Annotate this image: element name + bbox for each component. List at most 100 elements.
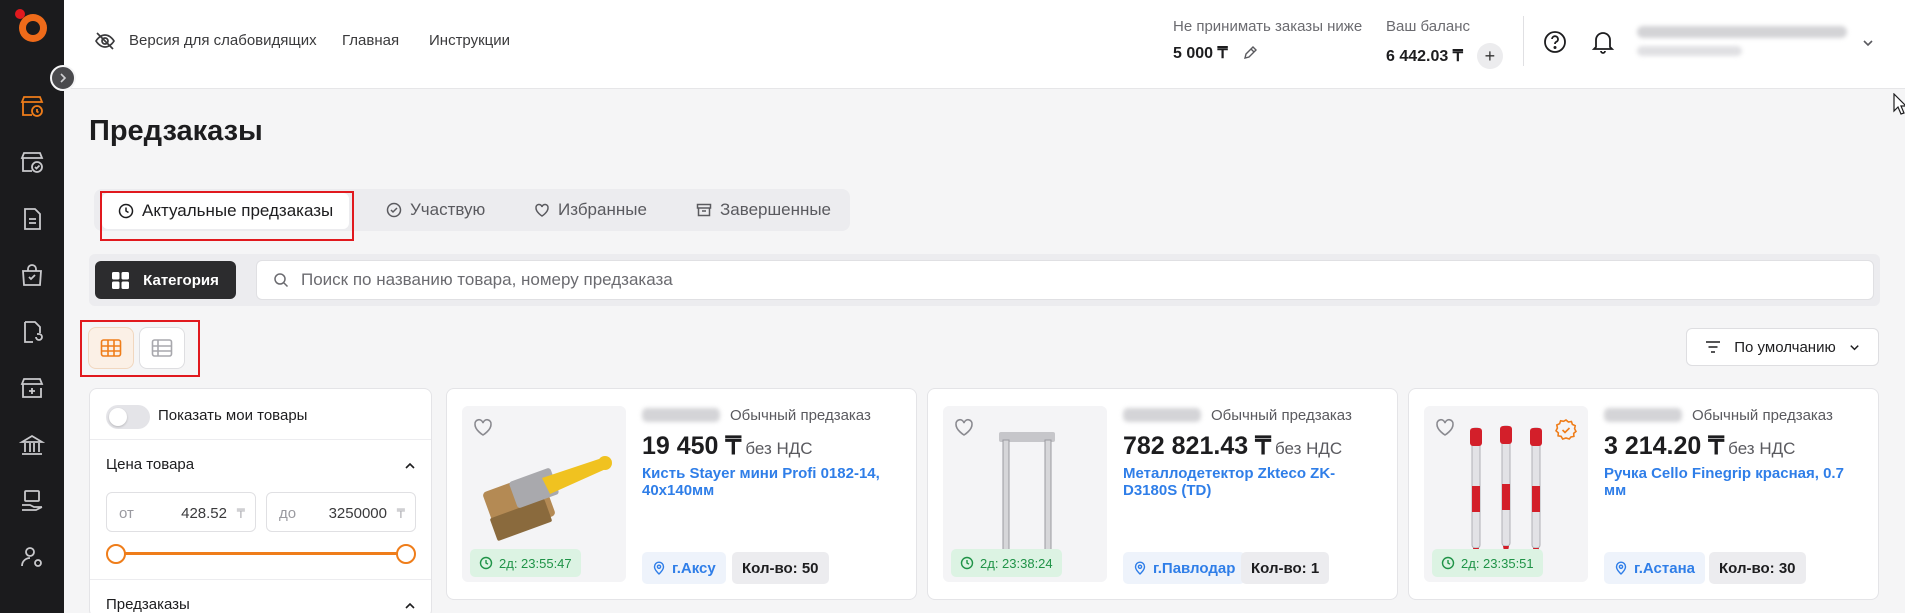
user-role-redacted <box>1637 46 1742 56</box>
sidebar-item-add-store[interactable] <box>0 366 64 410</box>
highlight-box-view-toggle <box>80 320 200 377</box>
product-image: 2д: 23:35:51 <box>1424 406 1588 582</box>
sort-dropdown[interactable]: По умолчанию <box>1686 328 1879 366</box>
clock-icon <box>479 556 493 570</box>
page-title: Предзаказы <box>89 115 263 147</box>
hand-cash-icon <box>22 490 43 511</box>
sidebar-item-profile[interactable] <box>0 535 64 579</box>
city-badge: г.Аксу <box>642 552 726 584</box>
document-icon <box>24 208 41 230</box>
price-to-input[interactable]: до 3250000 ₸ <box>266 492 416 532</box>
currency-symbol: ₸ <box>396 506 405 521</box>
app-logo[interactable] <box>12 6 52 46</box>
clock-icon <box>1441 556 1455 570</box>
price-section-title[interactable]: Цена товара <box>106 456 194 473</box>
filters-panel: Показать мои товары Цена товара от 428.5… <box>89 388 432 613</box>
sidebar-expand-button[interactable] <box>50 65 76 91</box>
grid-icon <box>112 271 130 289</box>
timer-text: 2д: 23:35:51 <box>1461 555 1534 571</box>
location-pin-icon <box>1134 561 1146 575</box>
help-icon[interactable] <box>1542 29 1568 55</box>
show-my-products-toggle[interactable] <box>106 405 150 429</box>
sidebar-item-documents[interactable] <box>0 197 64 241</box>
quantity-badge: Кол-во: 50 <box>732 552 829 584</box>
sidebar-item-preorders[interactable] <box>0 84 64 128</box>
quantity-badge: Кол-во: 30 <box>1709 552 1806 584</box>
price-from-placeholder: от <box>119 505 134 522</box>
tab-label: Завершенные <box>720 200 832 219</box>
store-clock-icon <box>20 96 44 117</box>
user-account-menu[interactable] <box>1637 26 1847 64</box>
sidebar-item-returns[interactable] <box>0 310 64 354</box>
min-order-block: Не принимать заказы ниже 5 000 ₸ <box>1173 18 1362 63</box>
sidebar-item-participating[interactable] <box>0 140 64 184</box>
location-pin-icon <box>653 561 665 575</box>
file-refresh-icon <box>24 321 43 343</box>
preorder-card[interactable]: 2д: 23:38:24 Обычный предзаказ 782 821.4… <box>927 388 1398 600</box>
price-slider-min-handle[interactable] <box>106 544 126 564</box>
sidebar-item-payments[interactable] <box>0 479 64 523</box>
accessibility-link[interactable]: Версия для слабовидящих <box>129 32 317 49</box>
sort-filter-icon <box>1706 341 1721 353</box>
product-title-link[interactable]: Металлодетектор Zkteco ZK-D3180S (TD) <box>1123 465 1363 499</box>
top-header: Версия для слабовидящих Главная Инструкц… <box>64 0 1905 89</box>
sidebar-item-bank[interactable] <box>0 423 64 467</box>
category-button[interactable]: Категория <box>95 261 236 299</box>
tab-participating[interactable]: Участвую <box>386 189 485 231</box>
price-slider-max-handle[interactable] <box>396 544 416 564</box>
category-label: Категория <box>143 271 219 289</box>
tab-completed[interactable]: Завершенные <box>696 189 831 231</box>
eye-off-icon[interactable] <box>94 30 116 52</box>
preorder-id-redacted <box>1604 408 1682 422</box>
chevron-down-icon[interactable] <box>1861 36 1875 50</box>
price-value: 782 821.43 ₸ <box>1123 432 1271 460</box>
highlight-box-tabs <box>100 191 354 241</box>
location-pin-icon <box>1615 561 1627 575</box>
bank-icon <box>19 434 45 455</box>
sidebar-item-orders[interactable] <box>0 253 64 297</box>
vat-label: без НДС <box>1274 439 1343 458</box>
preorders-section-title[interactable]: Предзаказы <box>106 596 190 613</box>
timer-text: 2д: 23:55:47 <box>499 555 572 571</box>
min-order-value: 5 000 ₸ <box>1173 45 1228 62</box>
price-from-value: 428.52 <box>181 505 227 522</box>
shopping-bag-icon <box>22 264 42 286</box>
chevron-up-icon[interactable] <box>403 459 417 473</box>
price-value: 19 450 ₸ <box>642 432 742 460</box>
price-from-input[interactable]: от 428.52 ₸ <box>106 492 256 532</box>
store-plus-icon <box>20 378 44 398</box>
user-settings-icon <box>21 547 42 567</box>
heart-icon <box>535 203 549 217</box>
favorite-heart-icon[interactable] <box>953 416 975 438</box>
preorder-card[interactable]: 2д: 23:55:47 Обычный предзаказ 19 450 ₸ б… <box>446 388 917 600</box>
search-icon <box>274 273 289 288</box>
vat-label: без НДС <box>1728 439 1796 458</box>
add-balance-button[interactable]: + <box>1476 43 1503 69</box>
sort-label: По умолчанию <box>1734 338 1836 356</box>
search-input[interactable]: Поиск по названию товара, номеру предзак… <box>256 260 1874 300</box>
store-check-icon <box>20 152 44 173</box>
search-placeholder: Поиск по названию товара, номеру предзак… <box>301 270 673 289</box>
favorite-heart-icon[interactable] <box>472 416 494 438</box>
city-badge: г.Астана <box>1604 552 1705 584</box>
bell-icon[interactable] <box>1590 29 1616 55</box>
preorder-card[interactable]: 2д: 23:35:51 Обычный предзаказ 3 214.20 … <box>1408 388 1879 600</box>
balance-block: Ваш баланс 6 442.03 ₸ + <box>1386 18 1503 69</box>
chevron-right-icon <box>60 73 67 83</box>
favorite-heart-icon[interactable] <box>1434 416 1456 438</box>
nav-instructions-link[interactable]: Инструкции <box>429 32 510 49</box>
product-title-link[interactable]: Ручка Cello Finegrip красная, 0.7 мм <box>1604 465 1844 499</box>
tab-favorites[interactable]: Избранные <box>534 189 647 231</box>
product-title-link[interactable]: Кисть Stayer мини Profi 0182-14, 40x140м… <box>642 465 882 499</box>
chevron-up-icon[interactable] <box>403 599 417 613</box>
price: 19 450 ₸ без НДС <box>642 431 813 461</box>
clock-icon <box>960 556 974 570</box>
pencil-icon[interactable] <box>1242 45 1258 61</box>
countdown-timer: 2д: 23:38:24 <box>951 549 1062 577</box>
currency-symbol: ₸ <box>236 506 245 521</box>
preorder-id-redacted <box>642 408 720 422</box>
preorder-type: Обычный предзаказ <box>1692 407 1833 424</box>
archive-icon <box>696 203 712 217</box>
city-name: г.Павлодар <box>1153 559 1236 577</box>
nav-home-link[interactable]: Главная <box>342 32 399 49</box>
